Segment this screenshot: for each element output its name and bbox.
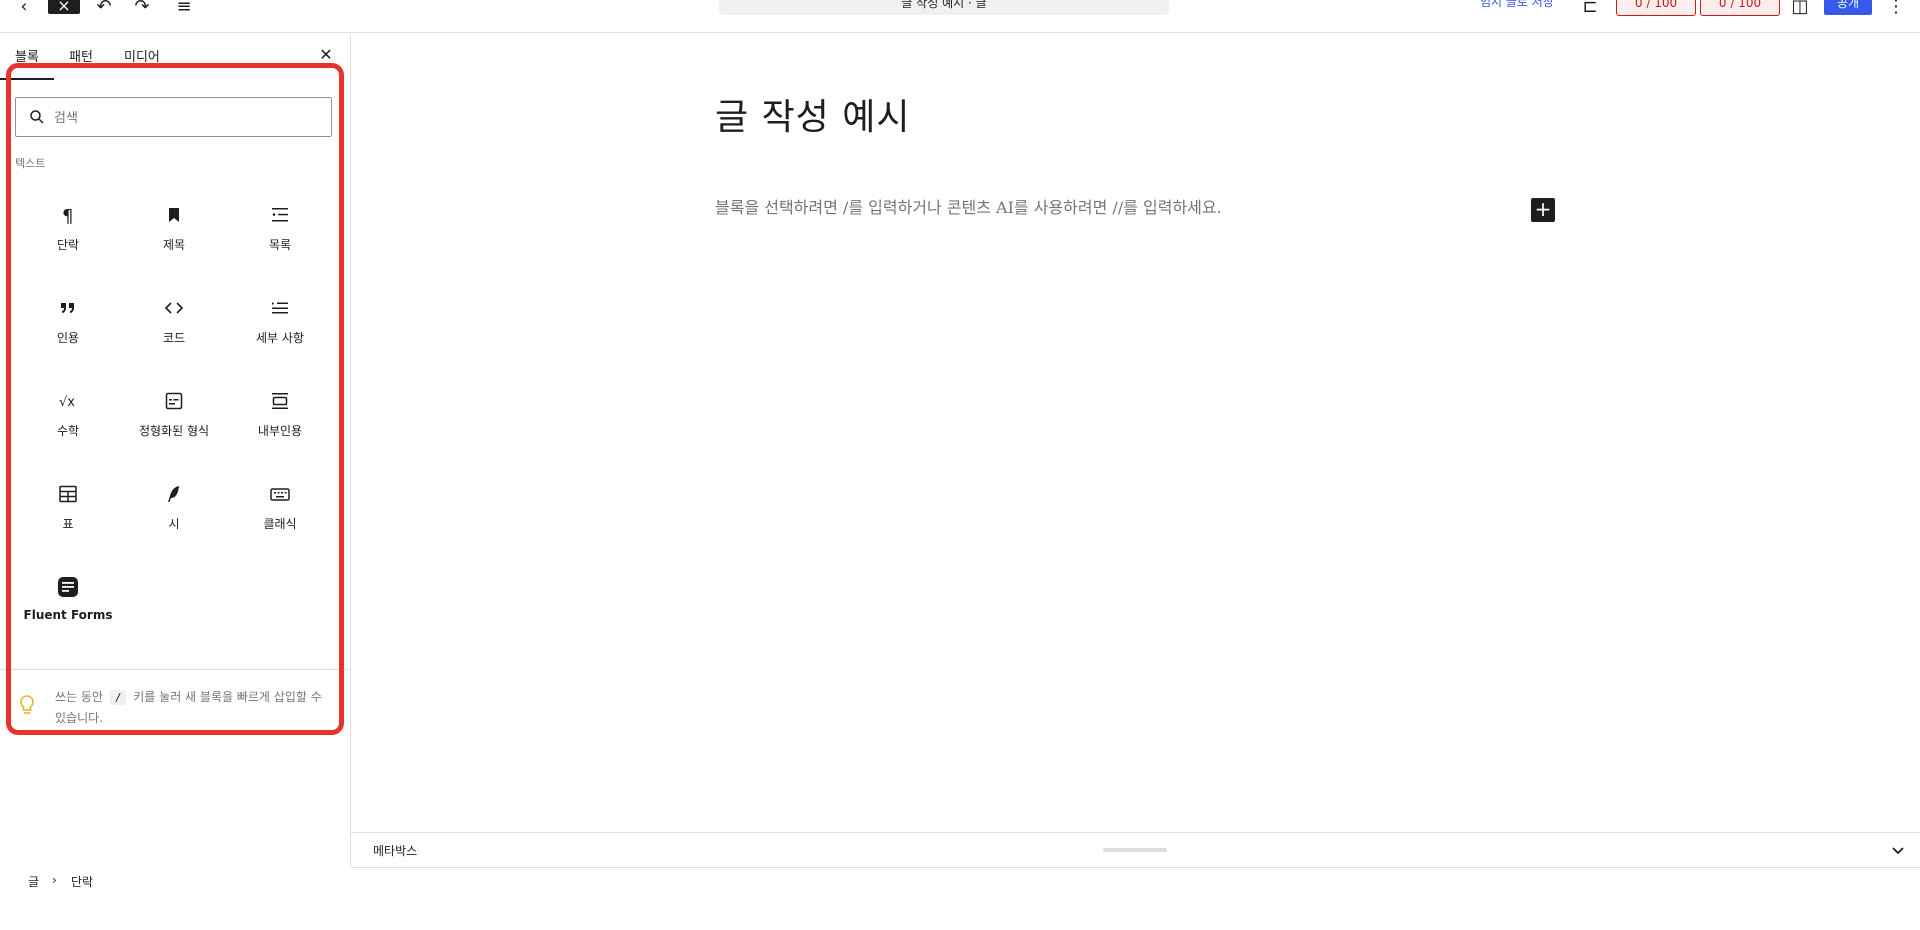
block-search-field[interactable] <box>15 97 332 138</box>
block-heading[interactable]: 제목 <box>121 203 227 293</box>
editor-header: ‹ × ↶ ↷ ≡ 글 작성 예시 · 글 임시 글로 저장 ⊏ 0 / 100… <box>0 0 1920 33</box>
block-paragraph[interactable]: ¶ 단락 <box>15 203 121 293</box>
close-inserter-icon[interactable]: ✕ <box>316 45 336 65</box>
breadcrumb-item[interactable]: 단락 <box>71 873 93 890</box>
add-block-button[interactable]: + <box>1531 198 1555 222</box>
block-code[interactable]: 코드 <box>121 296 227 386</box>
details-icon <box>272 302 288 314</box>
inserter-tip: 쓰는 동안 / 키를 눌러 새 블록을 빠르게 삽입할 수 있습니다. <box>55 687 330 728</box>
quote-icon <box>61 303 74 313</box>
block-label: 내부인용 <box>257 424 303 438</box>
chevron-down-icon[interactable] <box>1888 840 1908 860</box>
block-classic[interactable]: 클래식 <box>227 482 333 572</box>
search-input[interactable] <box>52 98 326 138</box>
block-math[interactable]: √x 수학 <box>15 389 121 479</box>
block-label: 목록 <box>268 238 292 252</box>
options-menu-icon[interactable]: ⋮ <box>1887 0 1905 16</box>
publish-button[interactable]: 공개 <box>1824 0 1872 15</box>
block-label: 단락 <box>56 238 80 252</box>
seo-score-badge[interactable]: 0 / 100 <box>1616 0 1696 16</box>
tab-blocks[interactable]: 블록 <box>15 46 39 65</box>
block-quote[interactable]: 인용 <box>15 296 121 386</box>
readability-score-badge[interactable]: 0 / 100 <box>1700 0 1780 16</box>
verse-icon <box>168 486 179 502</box>
fluent-forms-icon <box>58 577 78 597</box>
active-tab-indicator <box>0 78 54 80</box>
heading-icon <box>169 208 179 222</box>
block-label: 세부 사항 <box>256 331 304 345</box>
block-details[interactable]: 세부 사항 <box>227 296 333 386</box>
block-verse[interactable]: 시 <box>121 482 227 572</box>
preformatted-icon <box>165 392 183 410</box>
block-label: 코드 <box>162 331 186 345</box>
tab-patterns[interactable]: 패턴 <box>69 46 93 65</box>
math-icon: √x <box>59 395 75 410</box>
block-label: 제목 <box>162 238 186 252</box>
search-icon <box>30 110 44 124</box>
resize-handle[interactable] <box>1103 848 1167 852</box>
post-title[interactable]: 글 작성 예시 <box>715 95 911 141</box>
breadcrumb-separator: › <box>52 873 57 887</box>
breadcrumb-item[interactable]: 글 <box>28 873 39 890</box>
svg-text:√x: √x <box>59 395 75 410</box>
back-chevron-icon[interactable]: ‹ <box>14 0 34 16</box>
document-overview-icon[interactable]: ≡ <box>172 0 196 16</box>
block-label: 정형화된 형식 <box>138 424 210 438</box>
pullquote-icon <box>272 393 288 409</box>
block-placeholder[interactable]: 블록을 선택하려면 /를 입력하거나 콘텐츠 AI를 사용하려면 //를 입력하… <box>715 194 1222 218</box>
document-title-bar[interactable]: 글 작성 예시 · 글 <box>719 0 1169 15</box>
tip-text-start: 쓰는 동안 <box>55 690 103 704</box>
block-inserter-panel: 블록 패턴 미디어 ✕ 텍스트 ¶ 단락 제목 목록 인용 <box>0 33 351 866</box>
classic-icon <box>270 488 290 501</box>
block-label: 인용 <box>56 331 80 345</box>
block-label: 표 <box>62 517 74 531</box>
svg-text:¶: ¶ <box>62 206 73 227</box>
lightbulb-icon <box>20 695 34 714</box>
undo-icon[interactable]: ↶ <box>92 0 116 16</box>
save-draft-button[interactable]: 임시 글로 저장 <box>1480 0 1554 10</box>
metabox-panel: 메타박스 <box>351 832 1920 868</box>
inserter-tabs: 블록 패턴 미디어 ✕ <box>0 33 350 80</box>
tip-key: / <box>109 690 127 705</box>
block-fluent-forms[interactable]: Fluent Forms <box>15 575 121 665</box>
category-label: 텍스트 <box>15 157 46 170</box>
table-icon <box>59 485 77 503</box>
tab-media[interactable]: 미디어 <box>124 46 160 65</box>
block-breadcrumb: 글 › 단락 <box>0 867 1920 899</box>
block-list[interactable]: 목록 <box>227 203 333 293</box>
block-preformatted[interactable]: 정형화된 형식 <box>121 389 227 479</box>
tips-divider <box>0 669 350 670</box>
inserter-close-button[interactable]: × <box>48 0 80 14</box>
settings-sidebar-icon[interactable]: ◫ <box>1790 0 1810 16</box>
metabox-title: 메타박스 <box>373 844 418 858</box>
code-icon <box>164 302 184 314</box>
block-label: 시 <box>168 517 180 531</box>
block-pullquote[interactable]: 내부인용 <box>227 389 333 479</box>
paragraph-icon: ¶ <box>62 206 73 227</box>
redo-icon[interactable]: ↷ <box>130 0 154 16</box>
block-label: 수학 <box>56 424 80 438</box>
block-label: Fluent Forms <box>23 608 113 622</box>
list-icon <box>272 208 288 222</box>
block-table[interactable]: 표 <box>15 482 121 572</box>
preview-icon[interactable]: ⊏ <box>1580 0 1600 16</box>
block-label: 클래식 <box>263 517 297 531</box>
